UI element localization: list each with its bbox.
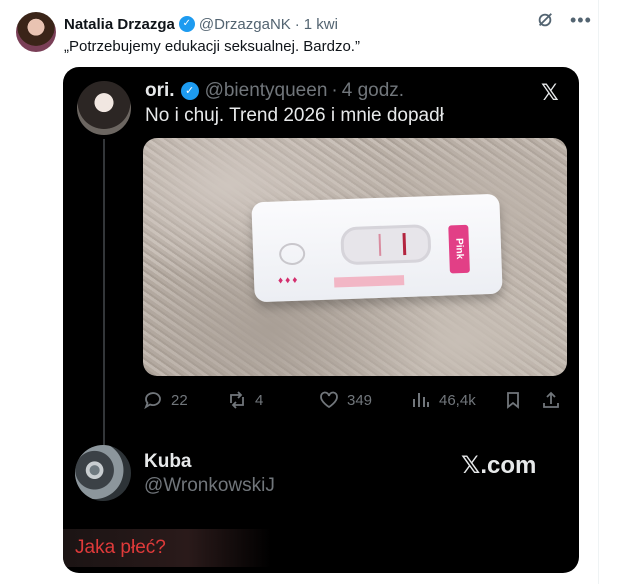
reply-author-handle: @WronkowskiJ: [144, 475, 275, 496]
views-icon: [413, 393, 429, 407]
author-handle[interactable]: @DrzazgaNK: [199, 16, 291, 33]
more-icon[interactable]: •••: [570, 11, 592, 29]
timestamp[interactable]: 1 kwi: [304, 16, 338, 33]
separator-dot: ·: [294, 15, 300, 33]
share-action: [541, 390, 561, 410]
pregnancy-test: Pink ♦♦♦: [251, 193, 503, 303]
tweet-header: Natalia Drzazga ✓ @DrzazgaNK · 1 kwi: [64, 14, 338, 34]
verified-badge-icon: ✓: [178, 16, 195, 32]
thread-line: [103, 139, 105, 497]
sample-well: [278, 242, 306, 266]
quoted-header: ori. ✓ @bientyqueen · 4 godz.: [145, 79, 404, 103]
avatar[interactable]: [16, 12, 56, 52]
repost-action: 4: [227, 390, 263, 410]
views-count: 46,4k: [439, 391, 476, 409]
reply-action: 22: [143, 390, 188, 410]
reply-author-name: Kuba: [144, 451, 192, 472]
quoted-media-image: Pink ♦♦♦: [143, 138, 567, 376]
author-name[interactable]: Natalia Drzazga: [64, 16, 175, 33]
verified-badge-icon: ✓: [180, 82, 199, 100]
reply-avatar: [75, 445, 131, 501]
grok-icon[interactable]: [536, 11, 554, 29]
like-icon: [320, 391, 338, 409]
quoted-timestamp: 4 godz.: [341, 80, 405, 101]
like-action: 349: [319, 390, 372, 410]
quoted-text: No i chuj. Trend 2026 i mnie dopadł: [145, 105, 444, 126]
share-icon: [543, 391, 559, 408]
divider: [598, 0, 599, 584]
x-logo-icon: 𝕏: [541, 81, 559, 106]
reply-count: 22: [171, 391, 188, 409]
test-brand-label: Pink: [448, 224, 470, 274]
quoted-author-handle: @bientyqueen: [204, 80, 328, 101]
embedded-screenshot: ori. ✓ @bientyqueen · 4 godz. 𝕏 No i chu…: [63, 67, 579, 573]
result-window: [340, 224, 432, 266]
repost-icon: [230, 391, 244, 409]
drop-marks: ♦♦♦: [277, 274, 300, 287]
quoted-author-name: ori.: [145, 80, 175, 101]
repost-count: 4: [255, 391, 264, 409]
tweet-text: „Potrzebujemy edukacji seksualnej. Bardz…: [64, 38, 360, 55]
info-stripe: [334, 275, 405, 288]
separator-dot: ·: [331, 80, 338, 101]
like-count: 349: [347, 391, 373, 409]
x-com-watermark: 𝕏.com: [461, 452, 537, 479]
reply-text: Jaka płeć?: [63, 529, 271, 567]
bookmark-icon: [507, 392, 519, 409]
bookmark-action: [503, 390, 523, 410]
views-action: 46,4k: [411, 390, 476, 410]
quoted-action-bar: 22 4 349 46,4k: [143, 390, 567, 412]
tweet-top-actions: •••: [536, 11, 592, 29]
reply-icon: [144, 392, 161, 410]
quoted-avatar: [77, 81, 131, 135]
